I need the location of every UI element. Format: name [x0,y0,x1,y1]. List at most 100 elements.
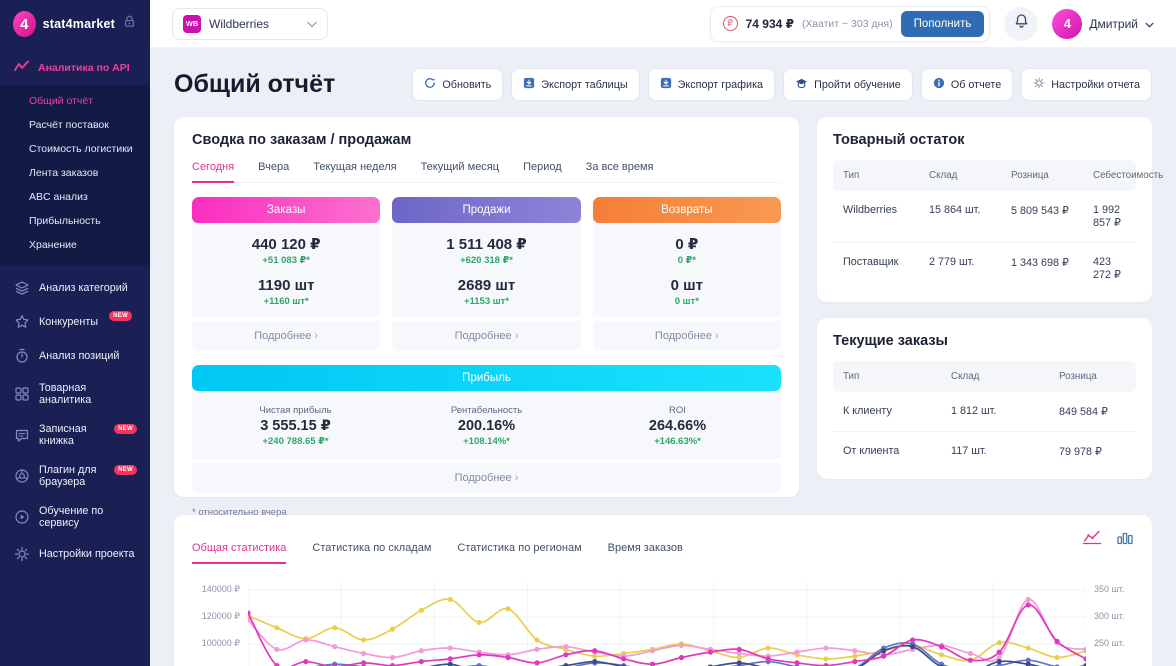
net-profit-value: 3 555.15 ₽ [200,418,391,434]
sales-more-link[interactable]: Подробнее › [392,317,580,351]
export-chart-button[interactable]: Экспорт графика [648,68,775,101]
marketplace-select[interactable]: WB Wildberries [172,8,328,40]
gear-icon [13,546,30,563]
table-row: Wildberries15 864 шт.5 809 543 ₽1 992 85… [833,191,1136,243]
stock-title: Товарный остаток [833,132,1136,148]
star-icon [13,314,30,331]
roi-label: ROI [582,405,773,416]
margin-label: Рентабельность [391,405,582,416]
sales-card: Продажи 1 511 408 ₽ +620 318 ₽* 2689 шт … [392,197,580,351]
notebook-icon [13,426,30,443]
sidebar-item-plagin-dlya-brauzera[interactable]: Плагин для браузера NEW [0,455,150,496]
tab-region-stats[interactable]: Статистика по регионам [457,542,581,564]
nav-label: Настройки проекта [39,548,134,560]
sidebar-section-analytics-api[interactable]: Аналитика по API [0,48,150,85]
sidebar-item-khranenie[interactable]: Хранение [0,233,150,257]
new-badge: NEW [109,311,132,321]
tab-all-time[interactable]: За все время [586,161,654,183]
balance-amount: 74 934 ₽ [746,17,794,31]
orders-card-header: Заказы [192,197,380,223]
statistics-tabs: Общая статистика Статистика по складам С… [192,542,683,564]
sidebar-item-abc-analiz[interactable]: ABC анализ [0,185,150,209]
export-table-button[interactable]: Экспорт таблицы [511,68,639,101]
browser-plugin-icon [13,467,30,484]
nav-label: Анализ категорий [39,282,128,294]
chevron-down-icon [307,15,317,33]
line-chart-icon[interactable] [1082,529,1102,550]
roi-delta: +146.63%* [582,436,773,447]
sidebar-item-analiz-pozitsiy[interactable]: Анализ позиций [0,339,150,373]
new-badge: NEW [114,465,137,475]
sidebar-item-obuchenie-po-servisu[interactable]: Обучение по сервису [0,496,150,537]
sales-card-header: Продажи [392,197,580,223]
returns-card-header: Возвраты [593,197,781,223]
positions-icon [13,348,30,365]
balance-widget: ₽ 74 934 ₽ (Хватит ~ 303 дня) Пополнить [710,6,991,42]
graduation-cap-icon [795,78,808,92]
logo-icon: 4 [13,11,36,37]
logo-text: stat4market [43,17,115,31]
stock-card: Товарный остаток ТипСкладРозницаСебестои… [817,117,1152,302]
orders-qty: 1190 шт [200,277,372,294]
sidebar-item-konkurenty[interactable]: Конкуренты NEW [0,305,150,339]
sidebar-item-tovarnaya-analitika[interactable]: Товарная аналитика [0,373,150,414]
about-report-button[interactable]: Об отчете [921,68,1013,101]
sidebar-item-raschet-postavok[interactable]: Расчёт поставок [0,113,150,137]
orders-rub: 440 120 ₽ [200,235,372,253]
download-icon [523,77,535,92]
avatar: 4 [1052,9,1082,39]
returns-more-link[interactable]: Подробнее › [593,317,781,351]
button-label: Настройки отчета [1051,79,1140,91]
tab-general-stats[interactable]: Общая статистика [192,542,286,564]
nav-label: Товарная аналитика [39,382,137,406]
returns-card: Возвраты 0 ₽ 0 ₽* 0 шт 0 шт* Подробнее › [593,197,781,351]
tab-warehouse-stats[interactable]: Статистика по складам [312,542,431,564]
nav-label: Конкуренты [39,316,98,328]
training-button[interactable]: Пройти обучение [783,68,913,101]
statistics-card: Общая статистика Статистика по складам С… [174,515,1152,666]
user-menu[interactable]: 4 Дмитрий [1052,9,1154,39]
sidebar-item-analiz-kategoriy[interactable]: Анализ категорий [0,271,150,305]
profit-card: Прибыль Чистая прибыль 3 555.15 ₽ +240 7… [192,365,781,493]
orders-more-link[interactable]: Подробнее › [192,317,380,351]
info-icon [933,77,945,92]
grid-icon [13,385,30,402]
tab-order-time[interactable]: Время заказов [608,542,683,564]
page-title: Общий отчёт [174,70,335,99]
layers-icon [13,280,30,297]
sidebar-item-obshchiy-otchet[interactable]: Общий отчёт [0,89,150,113]
sidebar-item-zapisnaya-knizhka[interactable]: Записная книжка NEW [0,414,150,455]
tab-today[interactable]: Сегодня [192,161,234,183]
tab-yesterday[interactable]: Вчера [258,161,289,183]
button-label: Пройти обучение [814,79,901,91]
topup-button[interactable]: Пополнить [901,11,985,37]
returns-rub: 0 ₽ [601,235,773,253]
returns-qty-delta: 0 шт* [601,296,773,307]
sidebar-item-lenta-zakazov[interactable]: Лента заказов [0,161,150,185]
gear-icon [1033,77,1045,92]
sidebar-item-stoimost-logistiki[interactable]: Стоимость логистики [0,137,150,161]
current-orders-card: Текущие заказы ТипСкладРозница К клиенту… [817,318,1152,479]
tab-current-week[interactable]: Текущая неделя [313,161,396,183]
bar-chart-icon[interactable] [1116,529,1134,550]
refresh-icon [424,77,436,92]
report-settings-button[interactable]: Настройки отчета [1021,68,1152,101]
table-row: От клиента117 шт.79 978 ₽ [833,432,1136,471]
tab-period[interactable]: Период [523,161,562,183]
nav-label: Плагин для браузера [39,464,103,488]
sidebar-item-nastroyki-proekta[interactable]: Настройки проекта [0,537,150,571]
notifications-button[interactable] [1004,7,1038,41]
refresh-button[interactable]: Обновить [412,68,503,101]
summary-title: Сводка по заказам / продажам [192,132,781,148]
balance-note: (Хватит ~ 303 дня) [802,18,893,30]
wildberries-badge-icon: WB [183,15,201,33]
play-circle-icon [13,508,30,525]
profit-more-link[interactable]: Подробнее › [192,459,781,493]
tab-current-month[interactable]: Текущий месяц [421,161,500,183]
current-orders-table-header: ТипСкладРозница [833,361,1136,392]
button-label: Обновить [442,79,491,91]
sidebar-item-pribylnost[interactable]: Прибыльность [0,209,150,233]
table-row: К клиенту1 812 шт.849 584 ₽ [833,392,1136,432]
chevron-down-icon [1145,15,1154,33]
lock-icon[interactable] [122,14,137,34]
